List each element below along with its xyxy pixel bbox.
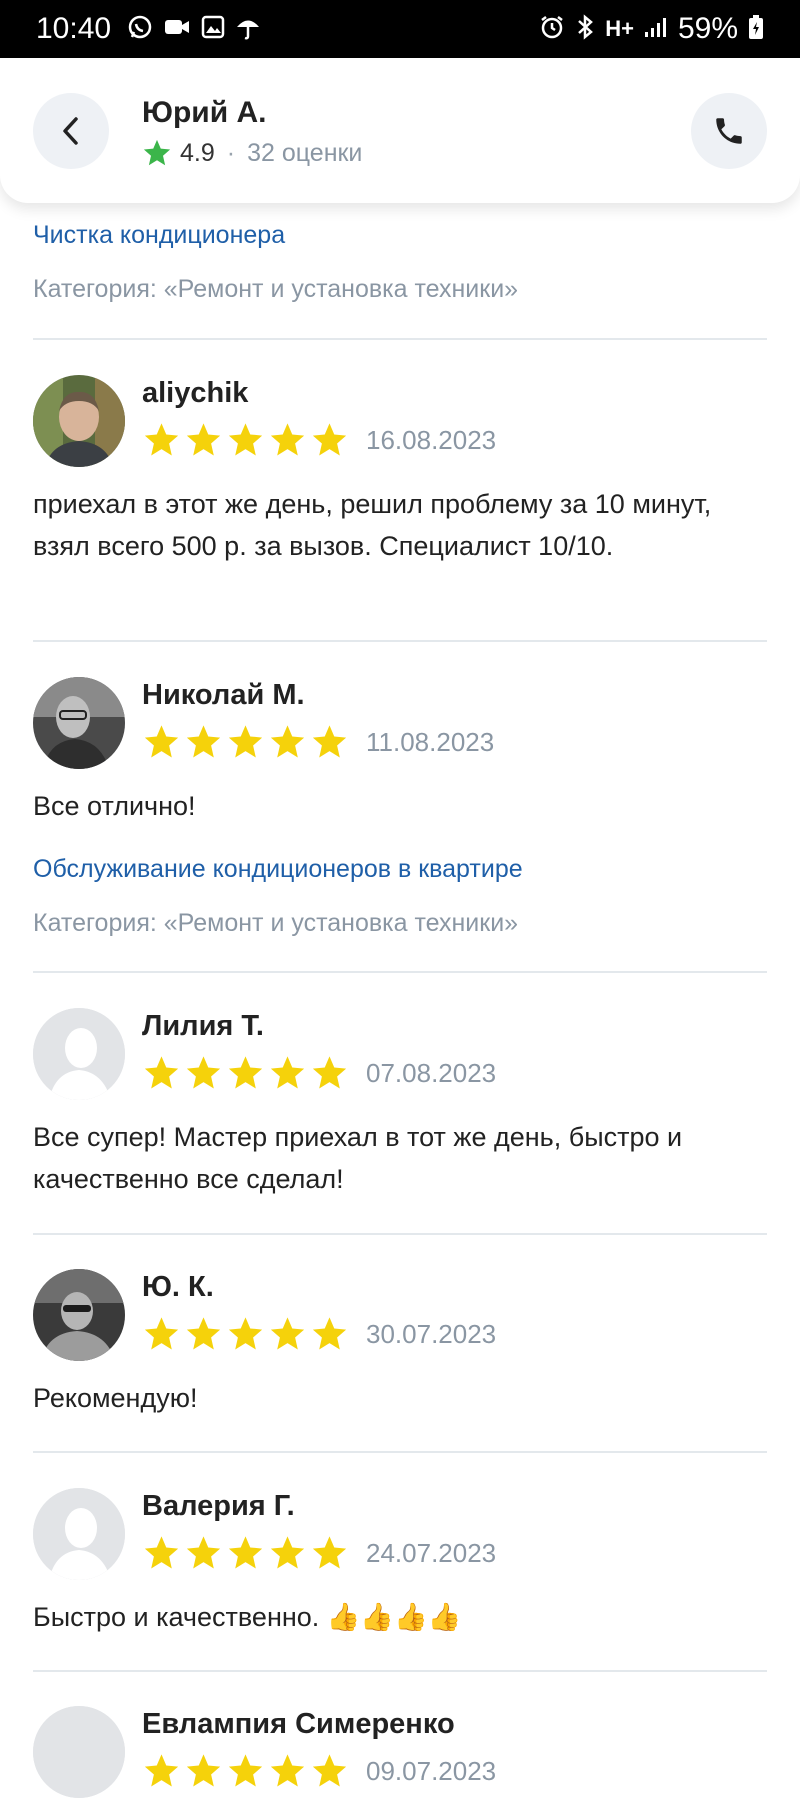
star-icon bbox=[144, 1536, 179, 1569]
thumbs-up-icon: 👍👍👍👍 bbox=[326, 1602, 462, 1632]
star-icon bbox=[228, 423, 263, 456]
star-icon bbox=[144, 1754, 179, 1787]
divider bbox=[33, 1451, 767, 1453]
review-text: приехал в этот же день, решил проблему з… bbox=[33, 489, 712, 561]
star-icon bbox=[312, 1536, 347, 1569]
status-left: 10:40 bbox=[36, 12, 261, 46]
review-text: Быстро и качественно. 👍👍👍👍 bbox=[33, 1596, 767, 1638]
avatar bbox=[33, 375, 125, 467]
review-author: Ю. К. bbox=[142, 1271, 214, 1303]
avatar-placeholder bbox=[33, 1008, 125, 1100]
alarm-icon bbox=[539, 14, 565, 45]
star-icon bbox=[270, 1056, 305, 1089]
review-author: Лилия Т. bbox=[142, 1010, 264, 1042]
star-icon bbox=[270, 423, 305, 456]
rating-count[interactable]: 32 оценки bbox=[247, 139, 362, 168]
star-icon bbox=[312, 725, 347, 758]
star-icon bbox=[228, 1056, 263, 1089]
service-link[interactable]: Чистка кондиционера bbox=[33, 221, 285, 250]
review-author: aliychik bbox=[142, 377, 249, 409]
divider bbox=[33, 971, 767, 973]
star-icon bbox=[228, 1754, 263, 1787]
star-icon bbox=[270, 1536, 305, 1569]
star-rating bbox=[142, 1054, 349, 1092]
star-icon bbox=[144, 1317, 179, 1350]
chevron-left-icon bbox=[63, 117, 78, 145]
star-icon bbox=[312, 1317, 347, 1350]
star-icon bbox=[186, 1056, 221, 1089]
star-icon bbox=[186, 423, 221, 456]
star-rating bbox=[142, 1752, 349, 1790]
phone-icon bbox=[716, 118, 742, 144]
star-icon bbox=[270, 1317, 305, 1350]
star-icon bbox=[312, 1056, 347, 1089]
review-author: Николай М. bbox=[142, 679, 305, 711]
review-date: 16.08.2023 bbox=[366, 425, 497, 455]
avatar bbox=[33, 677, 125, 769]
star-icon bbox=[228, 1536, 263, 1569]
star-icon bbox=[228, 1317, 263, 1350]
review-date: 30.07.2023 bbox=[366, 1319, 497, 1349]
divider bbox=[33, 338, 767, 340]
review-text: Рекомендую! bbox=[33, 1383, 198, 1413]
review-text: Все отлично! bbox=[33, 791, 196, 821]
status-right: H+ 59% bbox=[539, 12, 764, 46]
battery-percent: 59% bbox=[677, 12, 738, 45]
signal-icon bbox=[644, 16, 668, 43]
star-rating bbox=[142, 1534, 349, 1572]
review-text-body: Быстро и качественно. bbox=[33, 1602, 320, 1632]
back-button[interactable] bbox=[33, 93, 109, 169]
review-date: 07.08.2023 bbox=[366, 1058, 497, 1088]
star-icon bbox=[186, 725, 221, 758]
whatsapp-icon bbox=[127, 14, 153, 45]
review-date: 24.07.2023 bbox=[366, 1538, 497, 1568]
star-icon bbox=[312, 1754, 347, 1787]
network-type: H+ bbox=[605, 16, 634, 41]
rating-separator: · bbox=[226, 138, 236, 167]
star-rating bbox=[142, 421, 349, 459]
star-rating bbox=[142, 723, 349, 761]
review-text: Все супер! Мастер приехал в тот же день,… bbox=[33, 1122, 683, 1194]
star-icon bbox=[186, 1754, 221, 1787]
service-link[interactable]: Обслуживание кондиционеров в квартире bbox=[33, 855, 523, 884]
gallery-icon bbox=[201, 15, 225, 44]
star-icon bbox=[228, 725, 263, 758]
star-icon bbox=[312, 423, 347, 456]
bluetooth-icon bbox=[575, 13, 595, 45]
star-icon bbox=[270, 1754, 305, 1787]
review-date: 11.08.2023 bbox=[366, 727, 495, 757]
status-time: 10:40 bbox=[36, 12, 112, 45]
umbrella-icon bbox=[235, 14, 261, 45]
profile-header: Юрий А. 4.9 · 32 оценки bbox=[0, 58, 800, 203]
avatar bbox=[33, 1269, 125, 1361]
star-rating bbox=[142, 1315, 349, 1353]
video-camera-icon bbox=[163, 15, 191, 44]
avatar-placeholder bbox=[33, 1488, 125, 1580]
call-button[interactable] bbox=[691, 93, 767, 169]
header-rating: 4.9 · 32 оценки bbox=[142, 138, 362, 168]
category-label: Категория: «Ремонт и установка техники» bbox=[33, 275, 519, 303]
star-icon bbox=[186, 1536, 221, 1569]
star-icon bbox=[186, 1317, 221, 1350]
review-author: Евлампия Симеренко bbox=[142, 1708, 455, 1740]
star-icon bbox=[144, 423, 179, 456]
category-label: Категория: «Ремонт и установка техники» bbox=[33, 909, 519, 937]
star-icon bbox=[270, 725, 305, 758]
review-date: 09.07.2023 bbox=[366, 1756, 497, 1786]
divider bbox=[33, 1233, 767, 1235]
specialist-name: Юрий А. bbox=[142, 96, 267, 129]
divider bbox=[33, 1670, 767, 1672]
star-icon bbox=[144, 1056, 179, 1089]
review-author: Валерия Г. bbox=[142, 1490, 295, 1522]
rating-star-icon bbox=[143, 139, 171, 166]
avatar-placeholder bbox=[33, 1706, 125, 1798]
battery-charging-icon bbox=[748, 14, 764, 45]
star-icon bbox=[144, 725, 179, 758]
divider bbox=[33, 640, 767, 642]
rating-value: 4.9 bbox=[180, 138, 215, 167]
status-bar: 10:40 H+ 59% bbox=[0, 0, 800, 58]
